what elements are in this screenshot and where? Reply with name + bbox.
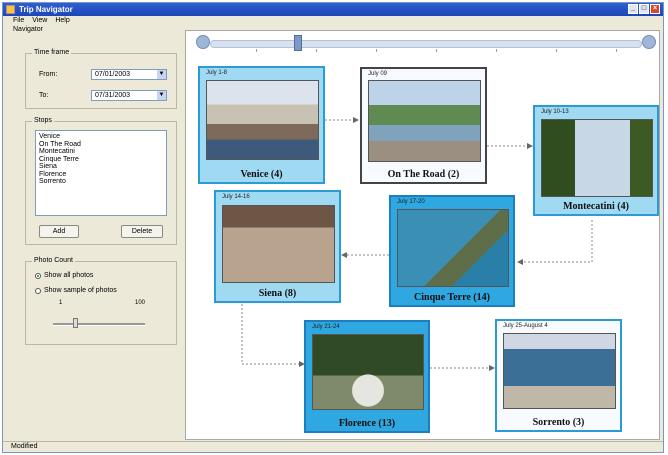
stop-card-cinque-terre[interactable]: July 17-20 Cinque Terre (14)	[389, 195, 515, 307]
stop-date: July 17-20	[397, 199, 425, 205]
stop-card-siena[interactable]: July 14-16 Siena (8)	[214, 190, 341, 303]
stop-name: Cinque Terre (14)	[414, 292, 490, 303]
route-arrow	[517, 220, 593, 265]
stop-card-venice[interactable]: July 1-8 Venice (4)	[198, 66, 325, 184]
venice-photo	[206, 80, 319, 160]
on-the-road-photo	[368, 80, 481, 162]
florence-photo	[312, 334, 424, 410]
stop-date: July 14-16	[222, 194, 250, 200]
stop-card-on-the-road[interactable]: July 09 On The Road (2)	[360, 67, 487, 184]
sorrento-photo	[503, 333, 616, 409]
stop-card-sorrento[interactable]: July 25-August 4 Sorrento (3)	[495, 319, 622, 432]
stop-date: July 09	[368, 71, 388, 77]
stop-name: Venice (4)	[240, 169, 283, 180]
stop-card-montecatini[interactable]: July 10-13 Montecatini (4)	[533, 105, 659, 216]
siena-photo	[222, 205, 335, 283]
stop-date: July 25-August 4	[503, 323, 548, 329]
stop-name: Siena (8)	[258, 288, 297, 299]
cinque-terre-photo	[397, 209, 509, 287]
stop-name: Sorrento (3)	[532, 417, 585, 428]
route-arrow	[241, 304, 305, 367]
stop-date: July 10-13	[541, 109, 569, 115]
stop-date: July 21-24	[312, 324, 340, 330]
stop-name: Florence (13)	[338, 418, 396, 429]
stop-card-florence[interactable]: July 21-24 Florence (13)	[304, 320, 430, 433]
stop-name: Montecatini (4)	[563, 201, 629, 212]
stop-name: On The Road (2)	[387, 169, 460, 180]
montecatini-photo	[541, 119, 653, 197]
stop-date: July 1-8	[206, 70, 228, 76]
